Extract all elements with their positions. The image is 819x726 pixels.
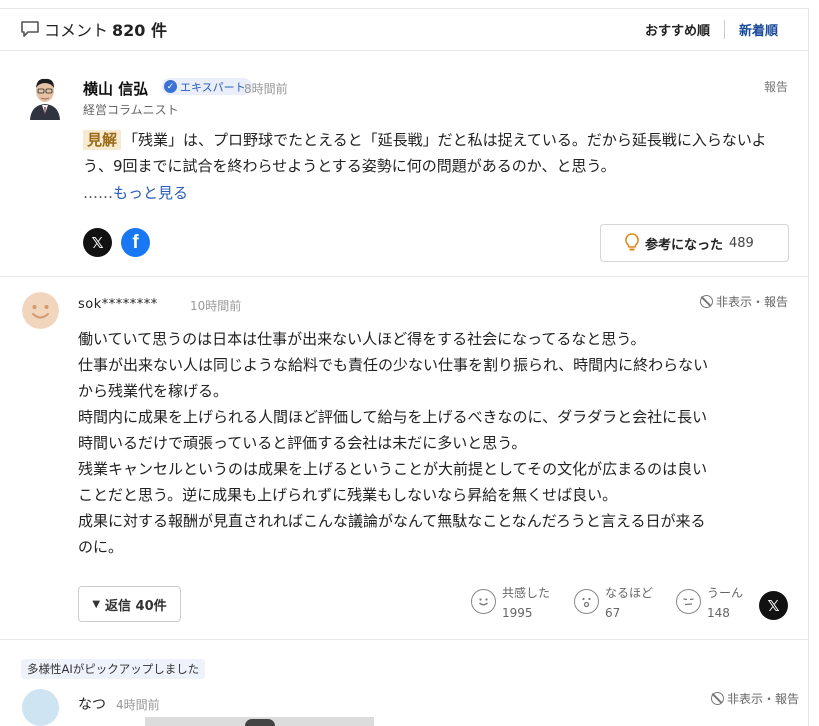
replies-button[interactable]: ▼ 返信 40件 (78, 586, 181, 622)
comment-line: 残業キャンセルというのは成果を上げるということが大前提としてその文化が広まるのは… (78, 460, 708, 478)
read-more: ……もっと見る (83, 182, 188, 203)
reaction-uun-button[interactable]: うーん 148 (676, 583, 743, 623)
helpful-label: 参考になった (645, 237, 724, 253)
user-comment-time: 4時間前 (116, 698, 160, 712)
user-avatar-icon[interactable] (22, 292, 59, 329)
expert-badge-label: エキスパート (180, 80, 246, 94)
hide-report-link[interactable]: 非表示・報告 (699, 293, 788, 310)
user-name[interactable]: sok******** (78, 297, 158, 312)
thinking-face-icon (676, 589, 701, 614)
surprised-face-icon (574, 589, 599, 614)
expert-comment-text: 「残業」は、プロ野球でたとえると「延長戦」だと私は捉えている。だから延長戦に入ら… (83, 131, 767, 175)
comment-line: から残業代を稼げる。 (78, 382, 229, 400)
verified-check-icon: ✓ (164, 80, 177, 93)
comment-line: のに。 (78, 538, 124, 556)
expert-role: 経営コラムニスト (83, 103, 179, 117)
reaction-label: なるほど (605, 586, 654, 600)
sort-recommended-tab[interactable]: おすすめ順 (645, 20, 725, 39)
image-preview-content (245, 719, 275, 726)
helpful-count: 489 (729, 235, 754, 251)
comments-title-label: コメント (44, 21, 109, 40)
reaction-count: 1995 (502, 606, 533, 620)
sort-tabs: おすすめ順 新着順 (645, 20, 778, 39)
opinion-tag: 見解 (83, 130, 122, 150)
x-share-icon[interactable]: 𝕏 (83, 228, 112, 257)
reaction-naruhodo-button[interactable]: なるほど 67 (574, 583, 653, 623)
expert-name[interactable]: 横山 信弘 (83, 78, 148, 99)
reaction-label: 共感した (502, 586, 551, 600)
read-more-prefix: …… (83, 184, 113, 202)
comment-line: 働いていて思うのは日本は仕事が出来ない人ほど得をする社会になってるなと思う。 (78, 330, 646, 348)
expert-avatar[interactable] (27, 74, 63, 120)
expert-report-link[interactable]: 報告 (764, 78, 788, 95)
sort-newest-tab[interactable]: 新着順 (725, 20, 778, 39)
user-comment-time: 10時間前 (190, 299, 242, 313)
comment-line: 時間内に成果を上げられる人間ほど評価して給与を上げるべきなのに、ダラダラと会社に… (78, 408, 708, 426)
hide-report-link[interactable]: 非表示・報告 (710, 690, 799, 707)
user-comment: sok******** 10時間前 非表示・報告 働いていて思うのは日本は仕事が… (0, 277, 808, 639)
ban-icon (710, 692, 724, 705)
user-name[interactable]: なつ (78, 694, 106, 714)
comments-header: コメント 820 件 おすすめ順 新着順 (0, 8, 808, 50)
expert-comment-body: 見解 「残業」は、プロ野球でたとえると「延長戦」だと私は捉えている。だから延長戦に… (83, 127, 793, 179)
divider (0, 639, 808, 640)
comment-line: ことだと思う。逆に成果も上げられずに残業もしないなら昇給を無くせば良い。 (78, 486, 618, 504)
hide-report-label: 非表示・報告 (715, 295, 788, 309)
comments-count: 820 件 (112, 21, 167, 40)
comment-icon (21, 21, 39, 37)
lightbulb-icon (625, 233, 639, 251)
reaction-count: 67 (605, 606, 621, 620)
comment-line: 仕事が出来ない人は同じような給料でも責任の少ない仕事を割り振られ、時間内に終わら… (78, 356, 709, 374)
caret-down-icon: ▼ (92, 598, 101, 610)
ban-icon (699, 295, 713, 308)
comment-line: 成果に対する報酬が見直されればこんな議論がなんて無駄なことなんだろうと言える日が… (78, 512, 706, 530)
image-preview (145, 717, 374, 726)
expert-badge: ✓ エキスパート (162, 78, 252, 95)
read-more-link[interactable]: もっと見る (113, 184, 188, 202)
reaction-label: うーん (707, 586, 744, 600)
hide-report-label: 非表示・報告 (726, 692, 799, 706)
replies-label: 返信 40件 (105, 598, 167, 614)
divider (0, 50, 808, 51)
user-comment-body: 働いていて思うのは日本は仕事が出来ない人ほど得をする社会になってるなと思う。 仕… (78, 326, 793, 560)
reaction-count: 148 (707, 606, 730, 620)
helpful-button[interactable]: 参考になった 489 (600, 224, 789, 262)
smile-face-icon (471, 589, 496, 614)
x-share-icon[interactable]: 𝕏 (759, 591, 788, 620)
expert-comment: 横山 信弘 ✓ エキスパート 8時間前 経営コラムニスト 報告 見解 「残業」は、… (0, 58, 808, 276)
comments-title: コメント 820 件 (20, 17, 167, 41)
facebook-share-icon[interactable]: f (121, 228, 150, 257)
user-avatar-icon[interactable] (22, 689, 59, 726)
expert-time: 8時間前 (244, 82, 288, 96)
reaction-empathy-button[interactable]: 共感した 1995 (471, 583, 550, 623)
ai-pick-badge: 多様性AIがピックアップしました (21, 659, 206, 679)
comment-line: 時間いるだけで頑張っていると評価する会社は未だに多いと思う。 (78, 434, 527, 452)
